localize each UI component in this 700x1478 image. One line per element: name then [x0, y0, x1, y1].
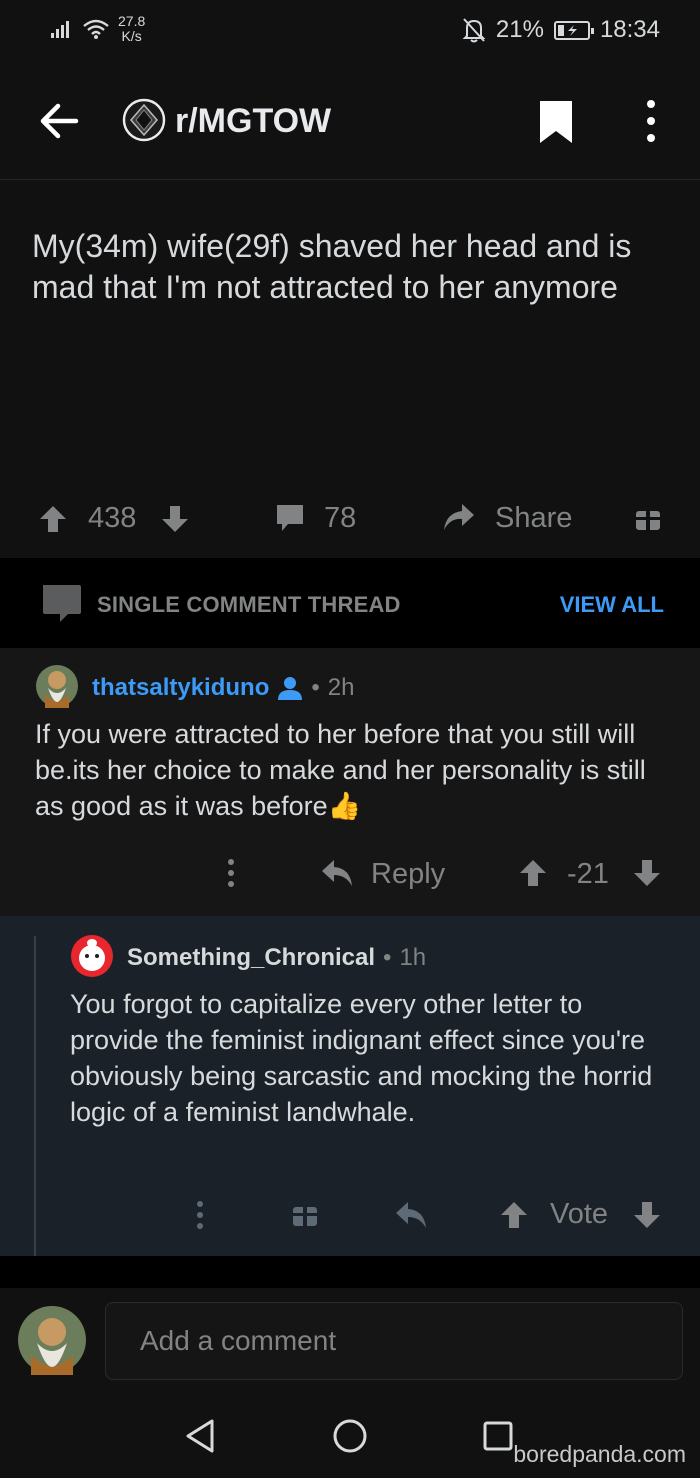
watermark: boredpanda.com [513, 1441, 686, 1467]
signal-icon [51, 21, 69, 38]
reply-icon[interactable] [320, 858, 354, 888]
network-speed-value: 27.8 [118, 13, 146, 29]
subreddit-icon[interactable] [122, 98, 166, 142]
reply-label[interactable]: Reply [371, 858, 445, 891]
comment-upvote-icon[interactable] [499, 1200, 529, 1230]
comment-meta: thatsaltykiduno • 2h [92, 674, 354, 702]
share-label[interactable]: Share [495, 502, 572, 535]
system-nav-bar: boredpanda.com [0, 1388, 700, 1478]
post-comment-count[interactable]: 78 [324, 502, 356, 535]
comment: thatsaltykiduno • 2h If you were attract… [0, 648, 700, 916]
post-score: 438 [88, 502, 137, 534]
thread-comment-icon [43, 585, 81, 622]
nav-recents-icon[interactable] [482, 1420, 514, 1452]
wifi-icon [83, 19, 109, 39]
clock: 18:34 [599, 16, 660, 43]
single-thread-bar: SINGLE COMMENT THREAD VIEW ALL [0, 558, 700, 648]
post-actions: 438 78 Share [0, 490, 700, 558]
avatar[interactable] [70, 934, 114, 978]
comment-more-icon[interactable] [224, 858, 238, 888]
comment-meta: Something_Chronical • 1h [127, 944, 426, 972]
section-gap [0, 1256, 700, 1288]
upvote-icon[interactable] [38, 504, 68, 534]
op-user-icon [278, 677, 303, 700]
more-vertical-icon[interactable] [636, 98, 666, 144]
comment-time-sep: • [311, 674, 320, 701]
comment-body: If you were attracted to her before that… [35, 716, 655, 824]
comment-downvote-icon[interactable] [632, 858, 662, 888]
comment-composer: Add a comment [0, 1288, 700, 1388]
post-title[interactable]: My(34m) wife(29f) shaved her head and is… [32, 226, 652, 308]
comment-time-sep: • [383, 944, 392, 971]
comment-upvote-icon[interactable] [518, 858, 548, 888]
status-left: 27.8 K/s [50, 14, 145, 44]
battery-percent: 21% [495, 16, 544, 43]
award-gift-icon[interactable] [291, 1200, 319, 1228]
reply-comment: Something_Chronical • 1h You forgot to c… [0, 916, 700, 1256]
nav-back-icon[interactable] [184, 1418, 216, 1454]
network-speed: 27.8 K/s [118, 14, 145, 44]
thread-label: SINGLE COMMENT THREAD [97, 592, 401, 617]
thread-indent-line[interactable] [34, 936, 36, 1256]
reply-icon[interactable] [394, 1200, 428, 1230]
user-avatar[interactable] [17, 1305, 87, 1375]
status-bar: 27.8 K/s 21% 18:34 [0, 0, 700, 62]
nav-home-icon[interactable] [332, 1418, 368, 1454]
comment-time: 2h [327, 674, 355, 701]
comment-author[interactable]: Something_Chronical [127, 944, 375, 972]
mute-bell-icon [462, 18, 486, 43]
bookmark-icon[interactable] [536, 97, 576, 145]
share-icon[interactable] [442, 502, 476, 532]
vote-label: Vote [550, 1198, 609, 1230]
add-comment-input[interactable]: Add a comment [105, 1302, 683, 1380]
app-header: r/MGTOW [0, 62, 700, 180]
comment-downvote-icon[interactable] [632, 1200, 662, 1230]
back-arrow-icon[interactable] [36, 96, 86, 146]
comment-time: 1h [399, 944, 427, 971]
battery-charging-icon [553, 20, 594, 40]
comment-more-icon[interactable] [193, 1200, 207, 1230]
avatar[interactable] [35, 664, 79, 708]
comment-score: -21 [567, 858, 609, 890]
comment-icon[interactable] [274, 502, 306, 534]
subreddit-name[interactable]: r/MGTOW [175, 102, 331, 141]
award-gift-icon[interactable] [634, 504, 662, 532]
downvote-icon[interactable] [160, 504, 190, 534]
network-speed-unit: K/s [121, 28, 142, 44]
view-all-link[interactable]: VIEW ALL [560, 592, 664, 618]
thumbs-up-emoji: 👍 [327, 791, 362, 821]
comment-author[interactable]: thatsaltykiduno [92, 674, 269, 702]
status-right: 21% 18:34 [462, 16, 660, 44]
comment-text: You forgot to capitalize every other let… [70, 989, 653, 1127]
